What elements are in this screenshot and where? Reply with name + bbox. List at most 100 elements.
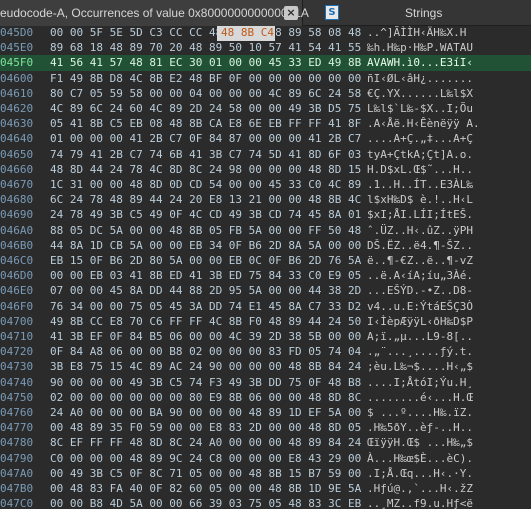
hex-row[interactable]: 046E0 07 00 00 45 8A DD 44 88 2D 95 5A 00… (0, 283, 531, 299)
row-hex-bytes[interactable]: 41 3B EF 0F 84 B5 06 00 00 4C 39 2D 38 5… (50, 329, 361, 345)
hex-row[interactable]: 04660 48 8D 44 24 78 4C 8D 8C 24 98 00 00… (0, 162, 531, 178)
row-hex-bytes[interactable]: 07 00 00 45 8A DD 44 88 2D 95 5A 00 00 4… (50, 283, 361, 299)
row-ascii[interactable]: .A‹Åë.H‹Êènëÿÿ A. (367, 116, 480, 132)
hex-row[interactable]: 04640 01 00 00 00 41 2B C7 0F 84 87 00 00… (0, 131, 531, 147)
hex-row[interactable]: 04610 80 C7 05 59 58 00 00 04 00 00 00 4C… (0, 86, 531, 102)
row-ascii[interactable]: ....I;ÅtóI;Ýu.H¸ (367, 375, 473, 391)
hex-row[interactable]: 04680 6C 24 78 48 89 44 24 20 E8 13 21 00… (0, 192, 531, 208)
hex-row[interactable]: 045F0 41 56 41 57 48 81 EC 30 01 00 00 45… (0, 55, 531, 72)
hex-row[interactable]: 046F0 76 34 00 00 75 05 45 3A DD 74 E1 45… (0, 299, 531, 315)
row-ascii[interactable]: .Hƒú@.‚`...H‹.žZ (367, 481, 473, 497)
row-ascii[interactable]: L‰l$`L‰-$X..I;Õu (367, 101, 473, 117)
hex-row[interactable]: 047B0 00 48 83 FA 40 0F 82 60 05 00 00 48… (0, 481, 531, 497)
row-hex-bytes[interactable]: 41 56 41 57 48 81 EC 30 01 00 00 45 33 E… (50, 55, 361, 71)
row-hex-bytes[interactable]: EB 15 0F B6 2D 80 5A 00 00 EB 0C 0F B6 2… (50, 253, 361, 269)
row-ascii[interactable]: ..^]ÃÌÌH‹ÄH‰X.H (367, 26, 466, 41)
hex-row[interactable]: 04630 05 41 8B C5 EB 08 48 8B CA E8 6E EB… (0, 116, 531, 132)
hex-row[interactable]: 04770 00 48 89 35 F0 59 00 00 E8 83 2D 00… (0, 420, 531, 436)
row-ascii[interactable]: H.D$xL.Œ$˜...H.. (367, 162, 473, 178)
row-hex-bytes[interactable]: 4C 89 6C 24 60 4C 89 2D 24 58 00 00 49 3… (50, 101, 361, 117)
selected-bytes[interactable]: 48 8B C4 (221, 26, 274, 41)
row-hex-bytes[interactable]: C0 00 00 00 48 89 9C 24 C8 00 00 00 E8 4… (50, 451, 361, 467)
hex-row[interactable]: 047C0 00 00 B8 4D 5A 00 00 66 39 03 75 05… (0, 496, 531, 509)
row-ascii[interactable]: ë..¶-€Z..ë..¶-vZ (367, 253, 473, 269)
row-hex-bytes[interactable]: 88 05 DC 5A 00 00 48 8B 05 FB 5A 00 00 F… (50, 223, 361, 239)
row-ascii[interactable]: ...EŠÝD.-•Z..D8- (367, 283, 473, 299)
hex-row[interactable]: 04780 8C EF FF FF 48 8D 8C 24 A0 00 00 00… (0, 435, 531, 451)
hex-row[interactable]: 046D0 00 00 EB 03 41 8B ED 41 3B ED 75 84… (0, 268, 531, 284)
row-ascii[interactable]: ....A+Ç.„‡...A+Ç (367, 131, 473, 147)
row-hex-bytes[interactable]: 00 00 B8 4D 5A 00 00 66 39 03 75 05 48 8… (50, 496, 361, 509)
row-hex-bytes[interactable]: 02 00 00 00 00 00 00 80 E9 8B 06 00 00 4… (50, 390, 361, 406)
hex-row[interactable]: 04620 4C 89 6C 24 60 4C 89 2D 24 58 00 00… (0, 101, 531, 117)
row-ascii[interactable]: .1..H..ÍT..E3ÀL‰ (367, 177, 473, 193)
row-ascii[interactable]: DŠ.ËZ..ë4.¶-ŠZ.. (367, 238, 473, 254)
row-ascii[interactable]: .H‰5ðY..èƒ-..H.. (367, 420, 473, 436)
row-hex-bytes[interactable]: 6C 24 78 48 89 44 24 20 E8 13 21 00 00 4… (50, 192, 361, 208)
row-ascii[interactable]: AVAWH.ì0...E3íI‹ (367, 55, 473, 71)
row-hex-bytes[interactable]: 3B E8 75 15 4C 89 AC 24 90 00 00 00 48 8… (50, 359, 361, 375)
hex-row[interactable]: 046C0 EB 15 0F B6 2D 80 5A 00 00 EB 0C 0F… (0, 253, 531, 269)
close-icon[interactable]: × (284, 6, 298, 20)
hex-row[interactable]: 047A0 00 49 3B C5 0F 8C 71 05 00 00 48 8B… (0, 466, 531, 482)
row-hex-bytes[interactable]: 00 00 EB 03 41 8B ED 41 3B ED 75 84 33 C… (50, 268, 361, 284)
row-ascii[interactable]: ‰h.H‰p·H‰P.WATAU (367, 40, 473, 56)
hex-row[interactable]: 04740 90 00 00 00 49 3B C5 74 F3 49 3B DD… (0, 375, 531, 391)
hex-row[interactable]: 04600 F1 49 8B D8 4C 8B E2 48 BF 0F 00 00… (0, 71, 531, 87)
hex-row[interactable]: 04790 C0 00 00 00 48 89 9C 24 C8 00 00 00… (0, 451, 531, 467)
row-hex-bytes[interactable]: 24 A0 00 00 00 BA 90 00 00 00 48 89 1D E… (50, 405, 361, 421)
tab-occurrences[interactable]: eudocode-A, Occurrences of value 0x80000… (0, 0, 309, 26)
row-hex-bytes[interactable]: 76 34 00 00 75 05 45 3A DD 74 E1 45 8A C… (50, 299, 361, 315)
row-ascii[interactable]: ;èu.L‰¬$....H‹„$ (367, 359, 473, 375)
hex-row[interactable]: 04760 24 A0 00 00 00 BA 90 00 00 00 48 89… (0, 405, 531, 421)
row-ascii[interactable]: I‹ÌèpÆÿÿL‹ðH‰D$P (367, 314, 473, 330)
row-ascii[interactable]: v4..u.E:ÝtáEŠÇ3Ò (367, 299, 473, 315)
row-hex-bytes[interactable]: 48 8D 44 24 78 4C 8D 8C 24 98 00 00 00 4… (50, 162, 361, 178)
row-hex-bytes[interactable]: 74 79 41 2B C7 74 6B 41 3B C7 74 5D 41 8… (50, 147, 361, 163)
row-hex-bytes[interactable]: 90 00 00 00 49 3B C5 74 F3 49 3B DD 75 0… (50, 375, 361, 391)
row-hex-bytes[interactable]: 05 41 8B C5 EB 08 48 8B CA E8 6E EB FF F… (50, 116, 361, 132)
row-hex-bytes[interactable]: F1 49 8B D8 4C 8B E2 48 BF 0F 00 00 00 0… (50, 71, 361, 87)
row-ascii[interactable]: ........é‹...H.Œ (367, 390, 473, 406)
hex-row[interactable]: 046B0 44 8A 1D CB 5A 00 00 EB 34 0F B6 2D… (0, 238, 531, 254)
row-hex-bytes[interactable]: 49 8B CC E8 70 C6 FF FF 4C 8B F0 48 89 4… (50, 314, 361, 330)
tab-strings[interactable]: Strings (405, 0, 442, 26)
row-hex-bytes[interactable]: 1C 31 00 00 48 8D 0D CD 54 00 00 45 33 C… (50, 177, 361, 193)
row-ascii[interactable]: l$xH‰D$ è.!..H‹L (367, 192, 473, 208)
row-ascii[interactable]: ˆ.ÜZ..H‹.ûZ..ÿPH (367, 223, 473, 239)
row-ascii[interactable]: tyA+ÇtkA;Çt]A.o. (367, 147, 473, 163)
hex-row[interactable]: 04730 3B E8 75 15 4C 89 AC 24 90 00 00 00… (0, 359, 531, 375)
row-ascii[interactable]: ..¸MZ..f9.u.Hƒ<ë (367, 496, 473, 509)
row-ascii[interactable]: ñI‹ØL‹âH¿....... (367, 71, 473, 87)
row-ascii[interactable]: ..ë.A‹íA;íu„3Àé. (367, 268, 473, 284)
row-ascii[interactable]: $ ...º....H‰.ïZ. (367, 405, 473, 421)
row-ascii[interactable]: €Ç.YX......L‰l$X (367, 86, 473, 102)
row-ascii[interactable]: .„¨...¸....ƒý.t. (367, 344, 473, 360)
row-hex-bytes[interactable]: 44 8A 1D CB 5A 00 00 EB 34 0F B6 2D 8A 5… (50, 238, 361, 254)
row-ascii[interactable]: .I;Å.Œq...H‹.·Y. (367, 466, 473, 482)
hex-row[interactable]: 04700 49 8B CC E8 70 C6 FF FF 4C 8B F0 48… (0, 314, 531, 330)
hex-row[interactable]: 04720 0F 84 A8 06 00 00 B8 02 00 00 00 83… (0, 344, 531, 360)
row-hex-bytes[interactable]: 80 C7 05 59 58 00 00 04 00 00 00 4C 89 6… (50, 86, 361, 102)
hex-row[interactable]: 04690 24 78 49 3B C5 49 0F 4C CD 49 3B CD… (0, 207, 531, 223)
row-hex-bytes[interactable]: 01 00 00 00 41 2B C7 0F 84 87 00 00 00 4… (50, 131, 361, 147)
hex-view[interactable]: 045D0 00 00 5F 5E 5D C3 CC CC 48 8B C4 48… (0, 26, 531, 509)
hex-row[interactable]: 04650 74 79 41 2B C7 74 6B 41 3B C7 74 5D… (0, 147, 531, 163)
row-hex-bytes[interactable]: 8C EF FF FF 48 8D 8C 24 A0 00 00 00 48 8… (50, 435, 361, 451)
hex-row[interactable]: 046A0 88 05 DC 5A 00 00 48 8B 05 FB 5A 00… (0, 223, 531, 239)
row-hex-bytes[interactable]: 00 48 83 FA 40 0F 82 60 05 00 00 48 8B 1… (50, 481, 361, 497)
hex-row[interactable]: 04670 1C 31 00 00 48 8D 0D CD 54 00 00 45… (0, 177, 531, 193)
row-ascii[interactable]: À...H‰œ$È...èC). (367, 451, 473, 467)
strings-window-icon[interactable]: S (325, 5, 339, 20)
row-hex-bytes[interactable]: 89 68 18 48 89 70 20 48 89 50 10 57 41 5… (50, 40, 361, 56)
row-ascii[interactable]: $xI;ÅI.LÍI;ÍtEŠ. (367, 207, 473, 223)
hex-row[interactable]: 04750 02 00 00 00 00 00 00 80 E9 8B 06 00… (0, 390, 531, 406)
row-ascii[interactable]: A;ï.„µ...L9-8[.. (367, 329, 473, 345)
hex-row[interactable]: 04710 41 3B EF 0F 84 B5 06 00 00 4C 39 2D… (0, 329, 531, 345)
row-hex-bytes[interactable]: 24 78 49 3B C5 49 0F 4C CD 49 3B CD 74 4… (50, 207, 361, 223)
row-hex-bytes[interactable]: 00 00 5F 5E 5D C3 CC CC 48 8B C4 48 89 5… (50, 26, 361, 41)
row-hex-bytes[interactable]: 0F 84 A8 06 00 00 B8 02 00 00 00 83 FD 0… (50, 344, 361, 360)
row-hex-bytes[interactable]: 00 48 89 35 F0 59 00 00 E8 83 2D 00 00 4… (50, 420, 361, 436)
row-ascii[interactable]: ŒïÿÿH.Œ$ ...H‰„$ (367, 435, 473, 451)
hex-row[interactable]: 045E0 89 68 18 48 89 70 20 48 89 50 10 57… (0, 40, 531, 56)
